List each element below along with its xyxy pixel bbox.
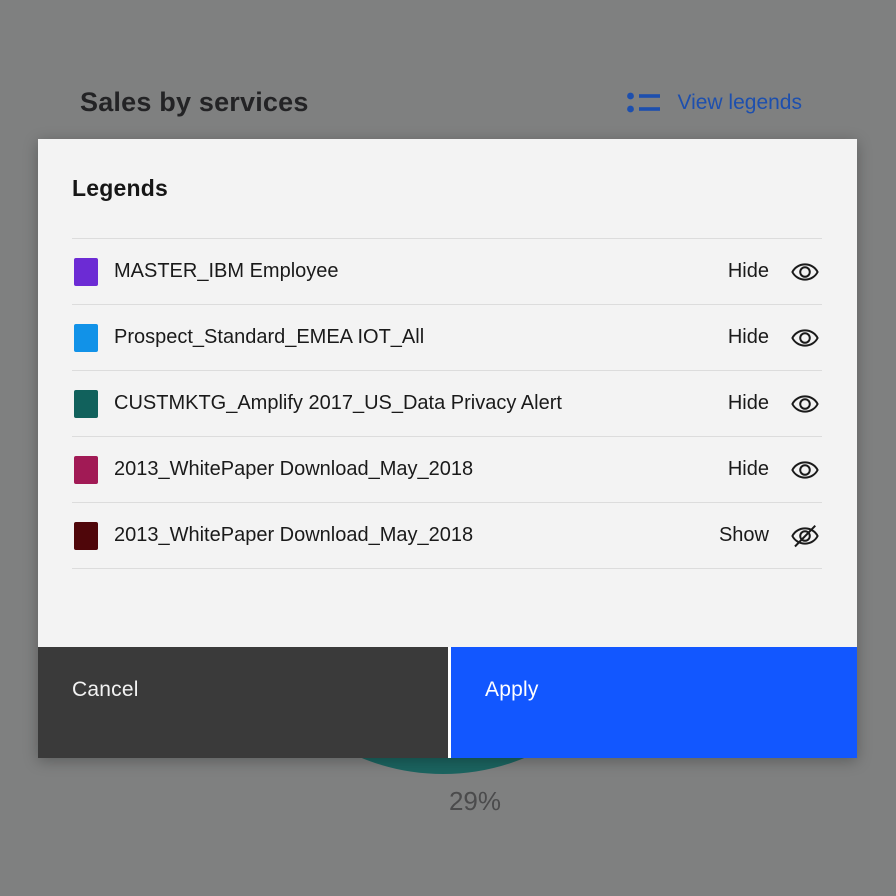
donut-chart-value: 29% [425, 786, 525, 817]
legend-list: MASTER_IBM Employee Hide Prospect_Standa… [72, 238, 822, 569]
legend-swatch [74, 522, 98, 550]
eye-icon[interactable] [790, 258, 820, 286]
legend-label: 2013_WhitePaper Download_May_2018 [114, 524, 473, 547]
eye-off-icon[interactable] [790, 522, 820, 550]
cancel-button[interactable]: Cancel [38, 647, 448, 758]
legend-toggle-label[interactable]: Hide [728, 458, 769, 481]
view-legends-label: View legends [677, 91, 802, 115]
legend-row[interactable]: MASTER_IBM Employee Hide [72, 239, 822, 305]
legends-modal: Legends MASTER_IBM Employee Hide Prospec… [38, 139, 857, 758]
legend-row[interactable]: CUSTMKTG_Amplify 2017_US_Data Privacy Al… [72, 371, 822, 437]
legend-label: MASTER_IBM Employee [114, 260, 339, 283]
eye-icon[interactable] [790, 390, 820, 418]
eye-icon[interactable] [790, 324, 820, 352]
apply-button[interactable]: Apply [451, 647, 857, 758]
legend-toggle-label[interactable]: Hide [728, 392, 769, 415]
legend-row[interactable]: 2013_WhitePaper Download_May_2018 Show [72, 503, 822, 569]
legend-row[interactable]: Prospect_Standard_EMEA IOT_All Hide [72, 305, 822, 371]
legend-label: 2013_WhitePaper Download_May_2018 [114, 458, 473, 481]
modal-title: Legends [72, 175, 168, 202]
page-title: Sales by services [80, 87, 309, 118]
eye-icon[interactable] [790, 456, 820, 484]
legend-row[interactable]: 2013_WhitePaper Download_May_2018 Hide [72, 437, 822, 503]
view-legends-button[interactable]: View legends [627, 88, 802, 118]
legend-list-icon [627, 88, 660, 118]
legend-label: Prospect_Standard_EMEA IOT_All [114, 326, 424, 349]
modal-backdrop: Sales by services View legends 29% Legen… [0, 0, 896, 896]
legend-label: CUSTMKTG_Amplify 2017_US_Data Privacy Al… [114, 392, 562, 415]
legend-toggle-label[interactable]: Show [719, 524, 769, 547]
legend-swatch [74, 390, 98, 418]
legend-swatch [74, 258, 98, 286]
legend-swatch [74, 456, 98, 484]
legend-swatch [74, 324, 98, 352]
modal-footer: Cancel Apply [38, 647, 857, 758]
legend-toggle-label[interactable]: Hide [728, 326, 769, 349]
legend-toggle-label[interactable]: Hide [728, 260, 769, 283]
